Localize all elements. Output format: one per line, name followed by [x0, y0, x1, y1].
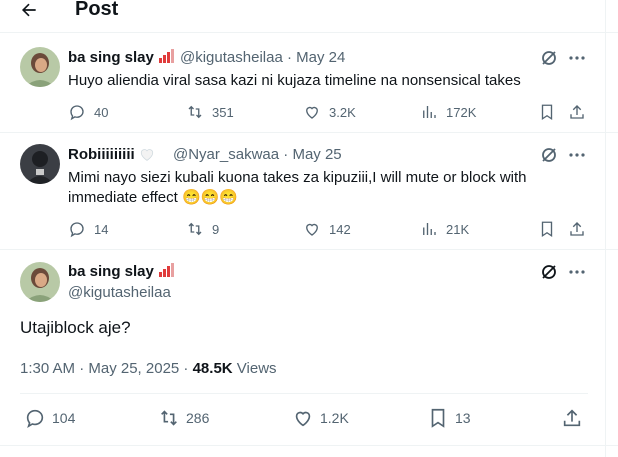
view-count: 172K	[446, 104, 477, 120]
view-count: 48.5K	[192, 360, 233, 377]
divider	[0, 249, 618, 250]
share-button[interactable]	[561, 407, 583, 429]
grok-button[interactable]	[540, 263, 558, 286]
author-handle[interactable]: @kigutasheilaa	[68, 284, 171, 301]
back-button[interactable]	[18, 0, 44, 22]
reply-button[interactable]: 14	[68, 220, 108, 238]
share-button[interactable]	[568, 220, 586, 243]
grok-icon	[540, 49, 558, 67]
avatar[interactable]	[20, 262, 60, 302]
like-count: 3.2K	[329, 104, 356, 120]
share-icon	[568, 103, 586, 121]
separator: ·	[286, 49, 292, 66]
views-button[interactable]: 21K	[420, 220, 469, 238]
reply-button[interactable]: 104	[24, 407, 75, 429]
bookmark-icon	[538, 220, 556, 238]
more-button[interactable]	[568, 264, 586, 285]
retweet-button[interactable]: 9	[186, 220, 219, 238]
retweet-icon	[186, 103, 204, 121]
post-date[interactable]: May 25	[292, 146, 341, 163]
retweet-count: 351	[212, 104, 234, 120]
like-button[interactable]: 142	[303, 220, 351, 238]
share-icon	[561, 407, 583, 429]
reply-icon	[68, 220, 86, 238]
like-count: 142	[329, 221, 351, 237]
divider	[0, 445, 618, 446]
white-heart-icon	[139, 147, 155, 161]
post-date[interactable]: May 24	[296, 49, 345, 66]
view-count: 21K	[446, 221, 470, 237]
divider	[20, 393, 588, 394]
views-icon	[420, 103, 438, 121]
more-icon	[568, 264, 586, 280]
author-handle[interactable]: @Nyar_sakwaa	[173, 146, 279, 163]
retweet-button[interactable]: 286	[158, 407, 209, 429]
grok-button[interactable]	[540, 146, 558, 169]
post-timestamp[interactable]: 1:30 AM · May 25, 2025 ·	[20, 360, 193, 377]
like-icon	[303, 220, 321, 238]
bookmark-icon	[427, 407, 449, 429]
reply-count: 40	[94, 104, 109, 120]
author-name[interactable]: Robiiiiiiiii	[68, 146, 155, 163]
author-handle[interactable]: @kigutasheilaa	[180, 49, 283, 66]
column-border	[605, 0, 606, 457]
divider	[0, 32, 618, 33]
retweet-count: 286	[186, 410, 210, 426]
more-icon	[568, 147, 586, 163]
bookmark-count: 13	[455, 410, 471, 426]
back-arrow-icon	[18, 0, 40, 20]
more-button[interactable]	[568, 50, 586, 71]
author-name[interactable]: ba sing slay	[68, 49, 176, 66]
like-icon	[303, 103, 321, 121]
bookmark-button[interactable]	[538, 103, 556, 126]
grok-icon	[540, 146, 558, 164]
divider	[0, 132, 618, 133]
post-text: Mimi nayo siezi kubali kuona takes za ki…	[68, 169, 527, 206]
avatar[interactable]	[20, 144, 60, 184]
signal-bars-emoji-icon	[158, 263, 176, 277]
reply-icon	[24, 407, 46, 429]
reply-button[interactable]: 40	[68, 103, 108, 121]
bookmark-button[interactable]: 13	[427, 407, 471, 429]
grok-icon	[540, 263, 558, 281]
views-icon	[420, 220, 438, 238]
like-icon	[292, 407, 314, 429]
retweet-button[interactable]: 351	[186, 103, 234, 121]
share-icon	[568, 220, 586, 238]
views-button[interactable]: 172K	[420, 103, 476, 121]
post-text: Utajiblock aje?	[20, 318, 131, 337]
bookmark-button[interactable]	[538, 220, 556, 243]
retweet-icon	[158, 407, 180, 429]
separator: ·	[283, 146, 289, 163]
reply-count: 104	[52, 410, 76, 426]
share-button[interactable]	[568, 103, 586, 126]
retweet-count: 9	[212, 221, 220, 237]
retweet-icon	[186, 220, 204, 238]
like-button[interactable]: 1.2K	[292, 407, 349, 429]
reply-icon	[68, 103, 86, 121]
reply-count: 14	[94, 221, 109, 237]
like-button[interactable]: 3.2K	[303, 103, 356, 121]
signal-bars-emoji-icon	[158, 49, 176, 63]
like-count: 1.2K	[320, 410, 349, 426]
page-title: Post	[75, 0, 119, 20]
views-label: Views	[232, 360, 277, 377]
post-text: Huyo aliendia viral sasa kazi ni kujaza …	[68, 72, 521, 89]
grok-button[interactable]	[540, 49, 558, 72]
bookmark-icon	[538, 103, 556, 121]
more-icon	[568, 50, 586, 66]
more-button[interactable]	[568, 147, 586, 168]
avatar[interactable]	[20, 47, 60, 87]
author-name[interactable]: ba sing slay	[68, 263, 176, 280]
